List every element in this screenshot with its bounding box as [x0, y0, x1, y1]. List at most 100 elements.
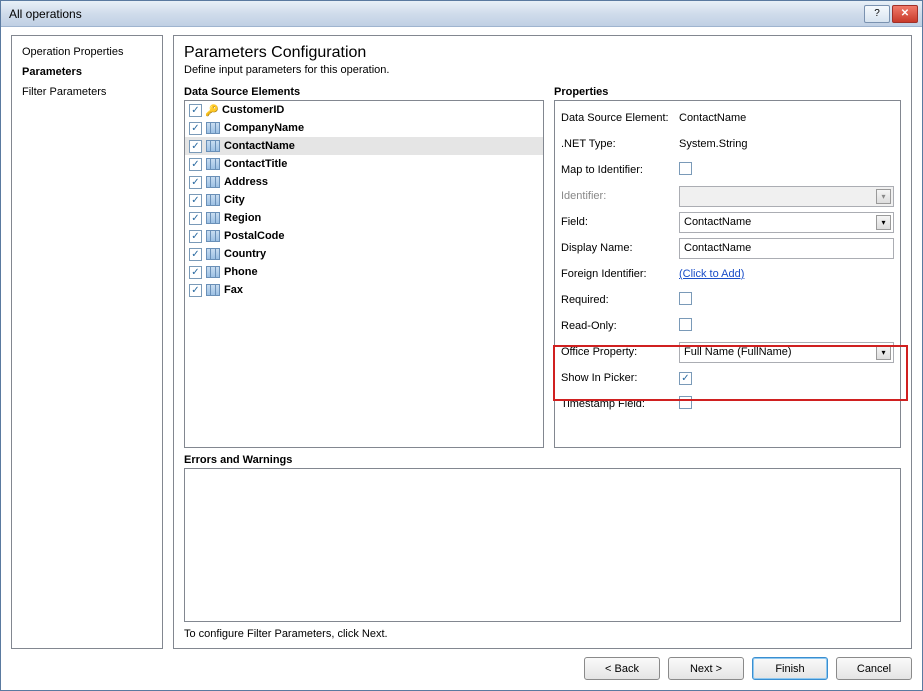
data-source-label: CompanyName [224, 122, 304, 134]
row-data-source-element: Data Source Element: ContactName [561, 105, 894, 131]
checkbox-icon[interactable]: ✓ [189, 122, 202, 135]
data-source-row[interactable]: ✓ Address [185, 173, 543, 191]
errors-list [184, 468, 901, 622]
column-icon [206, 176, 220, 188]
key-icon: 🔑 [206, 104, 218, 116]
data-source-label: ContactName [224, 140, 295, 152]
page-title: Parameters Configuration [184, 44, 901, 62]
data-source-row[interactable]: ✓City [185, 191, 543, 209]
checkbox-show-in-picker[interactable]: ✓ [679, 372, 692, 385]
column-icon [206, 158, 220, 170]
data-source-label: Region [224, 212, 261, 224]
row-map-to-identifier: Map to Identifier: [561, 157, 894, 183]
main-row: Operation PropertiesParametersFilter Par… [11, 35, 912, 649]
checkbox-icon[interactable]: ✓ [189, 158, 202, 171]
data-source-row[interactable]: ✓ ContactName [185, 137, 543, 155]
label-identifier: Identifier: [561, 190, 673, 202]
checkbox-icon[interactable]: ✓ [189, 230, 202, 243]
checkbox-icon[interactable]: ✓ [189, 284, 202, 297]
chevron-down-icon[interactable]: ▾ [876, 215, 891, 230]
data-source-label: Country [224, 248, 266, 260]
row-read-only: Read-Only: [561, 313, 894, 339]
label-map-to-identifier: Map to Identifier: [561, 164, 673, 176]
back-button[interactable]: < Back [584, 657, 660, 680]
properties-panel: Properties Data Source Element: ContactN… [554, 86, 901, 448]
checkbox-map-to-identifier[interactable] [679, 162, 692, 175]
column-icon [206, 122, 220, 134]
checkbox-icon[interactable]: ✓ [189, 212, 202, 225]
data-source-label: Fax [224, 284, 243, 296]
column-icon [206, 284, 220, 296]
checkbox-read-only[interactable] [679, 318, 692, 331]
column-icon [206, 212, 220, 224]
data-source-row[interactable]: ✓ Fax [185, 281, 543, 299]
wizard-buttons: < Back Next > Finish Cancel [11, 657, 912, 680]
data-source-row[interactable]: ✓ Country [185, 245, 543, 263]
content-panel: Parameters Configuration Define input pa… [173, 35, 912, 649]
two-column: Data Source Elements ✓🔑CustomerID✓Compan… [184, 86, 901, 448]
input-display-name[interactable] [679, 238, 894, 259]
label-display-name: Display Name: [561, 242, 673, 254]
label-timestamp-field: Timestamp Field: [561, 398, 673, 410]
column-icon [206, 194, 220, 206]
checkbox-icon[interactable]: ✓ [189, 140, 202, 153]
column-icon [206, 230, 220, 242]
properties-heading: Properties [554, 86, 901, 98]
label-read-only: Read-Only: [561, 320, 673, 332]
row-display-name: Display Name: [561, 235, 894, 261]
chevron-down-icon[interactable]: ▾ [876, 345, 891, 360]
data-source-row[interactable]: ✓PostalCode [185, 227, 543, 245]
data-source-panel: Data Source Elements ✓🔑CustomerID✓Compan… [184, 86, 544, 448]
select-field[interactable]: ContactName ▾ [679, 212, 894, 233]
data-source-row[interactable]: ✓ 🔑 CustomerID [185, 101, 543, 119]
close-button[interactable]: ✕ [892, 5, 918, 23]
checkbox-required[interactable] [679, 292, 692, 305]
dialog-window: All operations ? ✕ Operation PropertiesP… [0, 0, 923, 691]
sidebar-item[interactable]: Operation Properties [12, 42, 162, 62]
select-office-property[interactable]: Full Name (FullName) ▾ [679, 342, 894, 363]
checkbox-icon[interactable]: ✓ [189, 266, 202, 279]
titlebar: All operations ? ✕ [1, 1, 922, 27]
checkbox-icon[interactable]: ✓ [189, 104, 202, 117]
help-button[interactable]: ? [864, 5, 890, 23]
row-show-in-picker: Show In Picker: ✓ [561, 365, 894, 391]
titlebar-buttons: ? ✕ [864, 5, 918, 23]
row-foreign-identifier: Foreign Identifier: (Click to Add) [561, 261, 894, 287]
checkbox-timestamp-field[interactable] [679, 396, 692, 409]
data-source-row[interactable]: ✓ Region [185, 209, 543, 227]
row-identifier: Identifier: ▾ [561, 183, 894, 209]
row-office-property: Office Property: Full Name (FullName) ▾ [561, 339, 894, 365]
data-source-row[interactable]: ✓ContactTitle [185, 155, 543, 173]
label-required: Required: [561, 294, 673, 306]
select-field-value: ContactName [684, 216, 751, 228]
sidebar-item[interactable]: Parameters [12, 62, 162, 82]
sidebar-item[interactable]: Filter Parameters [12, 82, 162, 102]
label-show-in-picker: Show In Picker: [561, 372, 673, 384]
cancel-button[interactable]: Cancel [836, 657, 912, 680]
errors-heading: Errors and Warnings [184, 454, 901, 466]
label-data-source-element: Data Source Element: [561, 112, 673, 124]
select-identifier: ▾ [679, 186, 894, 207]
finish-button[interactable]: Finish [752, 657, 828, 680]
errors-panel: Errors and Warnings [184, 454, 901, 622]
window-title: All operations [9, 7, 864, 21]
data-source-row[interactable]: ✓ CompanyName [185, 119, 543, 137]
checkbox-icon[interactable]: ✓ [189, 176, 202, 189]
row-timestamp-field: Timestamp Field: [561, 391, 894, 417]
checkbox-icon[interactable]: ✓ [189, 194, 202, 207]
client-area: Operation PropertiesParametersFilter Par… [1, 27, 922, 690]
chevron-down-icon: ▾ [876, 189, 891, 204]
data-source-label: CustomerID [222, 104, 284, 116]
link-foreign-identifier-add[interactable]: (Click to Add) [679, 268, 744, 280]
column-icon [206, 140, 220, 152]
row-required: Required: [561, 287, 894, 313]
checkbox-icon[interactable]: ✓ [189, 248, 202, 261]
data-source-label: Address [224, 176, 268, 188]
next-button[interactable]: Next > [668, 657, 744, 680]
value-data-source-element: ContactName [679, 112, 894, 124]
properties-grid: Data Source Element: ContactName .NET Ty… [554, 100, 901, 448]
column-icon [206, 266, 220, 278]
column-icon [206, 248, 220, 260]
data-source-row[interactable]: ✓Phone [185, 263, 543, 281]
data-source-list[interactable]: ✓ 🔑 CustomerID ✓ CompanyName ✓ ContactName ✓Con… [184, 100, 544, 448]
